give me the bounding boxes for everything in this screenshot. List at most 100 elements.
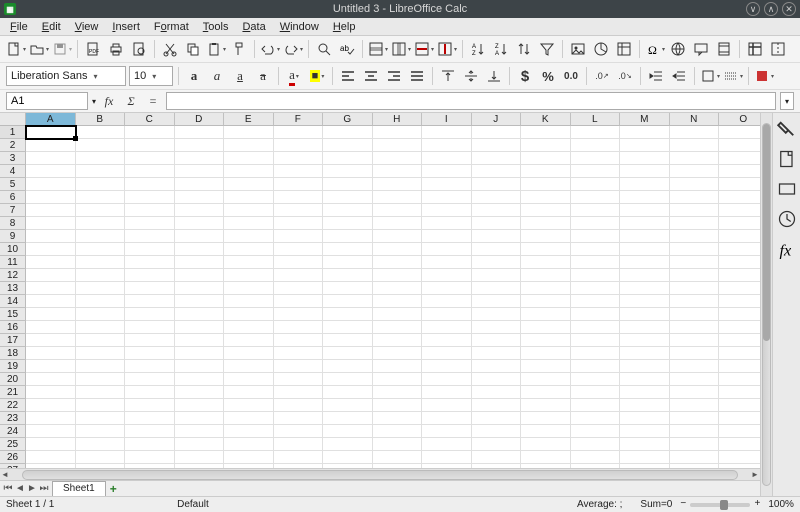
cell[interactable] xyxy=(274,230,324,243)
cell[interactable] xyxy=(620,165,670,178)
cell[interactable] xyxy=(373,386,423,399)
cell[interactable] xyxy=(571,165,621,178)
cell[interactable] xyxy=(472,295,522,308)
cell[interactable] xyxy=(224,438,274,451)
cell[interactable] xyxy=(323,204,373,217)
cell[interactable] xyxy=(125,295,175,308)
font-color-button[interactable]: a xyxy=(284,66,304,86)
row-header[interactable]: 19 xyxy=(0,360,26,373)
cell[interactable] xyxy=(175,269,225,282)
formula-input[interactable] xyxy=(166,92,776,110)
cell[interactable] xyxy=(26,360,76,373)
cell[interactable] xyxy=(373,438,423,451)
underline-button[interactable]: a xyxy=(230,66,250,86)
cell[interactable] xyxy=(719,295,760,308)
cell[interactable] xyxy=(26,282,76,295)
cell[interactable] xyxy=(125,243,175,256)
column-header[interactable]: G xyxy=(323,113,373,126)
delete-row-button[interactable] xyxy=(414,39,434,59)
cell[interactable] xyxy=(620,152,670,165)
cell[interactable] xyxy=(323,438,373,451)
cell[interactable] xyxy=(620,321,670,334)
cell[interactable] xyxy=(76,386,126,399)
cell[interactable] xyxy=(26,373,76,386)
cell[interactable] xyxy=(719,386,760,399)
align-right-button[interactable] xyxy=(384,66,404,86)
cell[interactable] xyxy=(373,217,423,230)
cell[interactable] xyxy=(224,425,274,438)
cell[interactable] xyxy=(175,451,225,464)
cell[interactable] xyxy=(76,230,126,243)
cell[interactable] xyxy=(175,191,225,204)
borders-button[interactable] xyxy=(700,66,720,86)
cell[interactable] xyxy=(670,399,720,412)
cell[interactable] xyxy=(125,425,175,438)
cell[interactable] xyxy=(571,334,621,347)
cell[interactable] xyxy=(175,412,225,425)
cell[interactable] xyxy=(719,139,760,152)
cell[interactable] xyxy=(175,321,225,334)
cell[interactable] xyxy=(175,217,225,230)
cell[interactable] xyxy=(26,464,76,468)
name-box-input[interactable] xyxy=(6,92,88,110)
cell[interactable] xyxy=(323,386,373,399)
cell[interactable] xyxy=(76,126,126,139)
cell[interactable] xyxy=(620,360,670,373)
row-header[interactable]: 11 xyxy=(0,256,26,269)
cell[interactable] xyxy=(224,217,274,230)
cell[interactable] xyxy=(422,451,472,464)
cell[interactable] xyxy=(373,139,423,152)
tab-next-button[interactable]: ► xyxy=(26,483,38,494)
cut-button[interactable] xyxy=(160,39,180,59)
cell[interactable] xyxy=(719,165,760,178)
row-header[interactable]: 22 xyxy=(0,399,26,412)
row-header[interactable]: 2 xyxy=(0,139,26,152)
cell[interactable] xyxy=(175,230,225,243)
cell[interactable] xyxy=(26,334,76,347)
cell[interactable] xyxy=(472,334,522,347)
cell[interactable] xyxy=(224,139,274,152)
cell[interactable] xyxy=(224,282,274,295)
cell[interactable] xyxy=(620,425,670,438)
cell[interactable] xyxy=(76,373,126,386)
cell[interactable] xyxy=(670,412,720,425)
cell[interactable] xyxy=(670,464,720,468)
row-header[interactable]: 26 xyxy=(0,451,26,464)
cell[interactable] xyxy=(521,386,571,399)
function-equals-button[interactable]: = xyxy=(144,92,162,110)
cell[interactable] xyxy=(620,438,670,451)
cell[interactable] xyxy=(571,204,621,217)
insert-image-button[interactable] xyxy=(568,39,588,59)
cell[interactable] xyxy=(472,425,522,438)
cell[interactable] xyxy=(26,191,76,204)
sheet-tab-1[interactable]: Sheet1 xyxy=(52,481,106,496)
cell[interactable] xyxy=(472,178,522,191)
cell[interactable] xyxy=(521,295,571,308)
cell[interactable] xyxy=(373,464,423,468)
cell[interactable] xyxy=(175,347,225,360)
cell[interactable] xyxy=(472,308,522,321)
cell[interactable] xyxy=(224,321,274,334)
cell[interactable] xyxy=(521,425,571,438)
row-header[interactable]: 17 xyxy=(0,334,26,347)
cell[interactable] xyxy=(670,386,720,399)
cell[interactable] xyxy=(620,412,670,425)
cell[interactable] xyxy=(422,152,472,165)
border-style-button[interactable] xyxy=(723,66,743,86)
cell[interactable] xyxy=(422,399,472,412)
align-left-button[interactable] xyxy=(338,66,358,86)
cell[interactable] xyxy=(323,295,373,308)
cell[interactable] xyxy=(175,178,225,191)
cell[interactable] xyxy=(719,321,760,334)
cell[interactable] xyxy=(224,464,274,468)
row-header[interactable]: 4 xyxy=(0,165,26,178)
cell[interactable] xyxy=(521,139,571,152)
cell[interactable] xyxy=(125,126,175,139)
cell[interactable] xyxy=(26,399,76,412)
cell[interactable] xyxy=(323,373,373,386)
cell[interactable] xyxy=(76,425,126,438)
sidebar-functions-button[interactable]: fx xyxy=(777,239,797,259)
cell[interactable] xyxy=(571,451,621,464)
cell[interactable] xyxy=(422,347,472,360)
clone-formatting-button[interactable] xyxy=(229,39,249,59)
